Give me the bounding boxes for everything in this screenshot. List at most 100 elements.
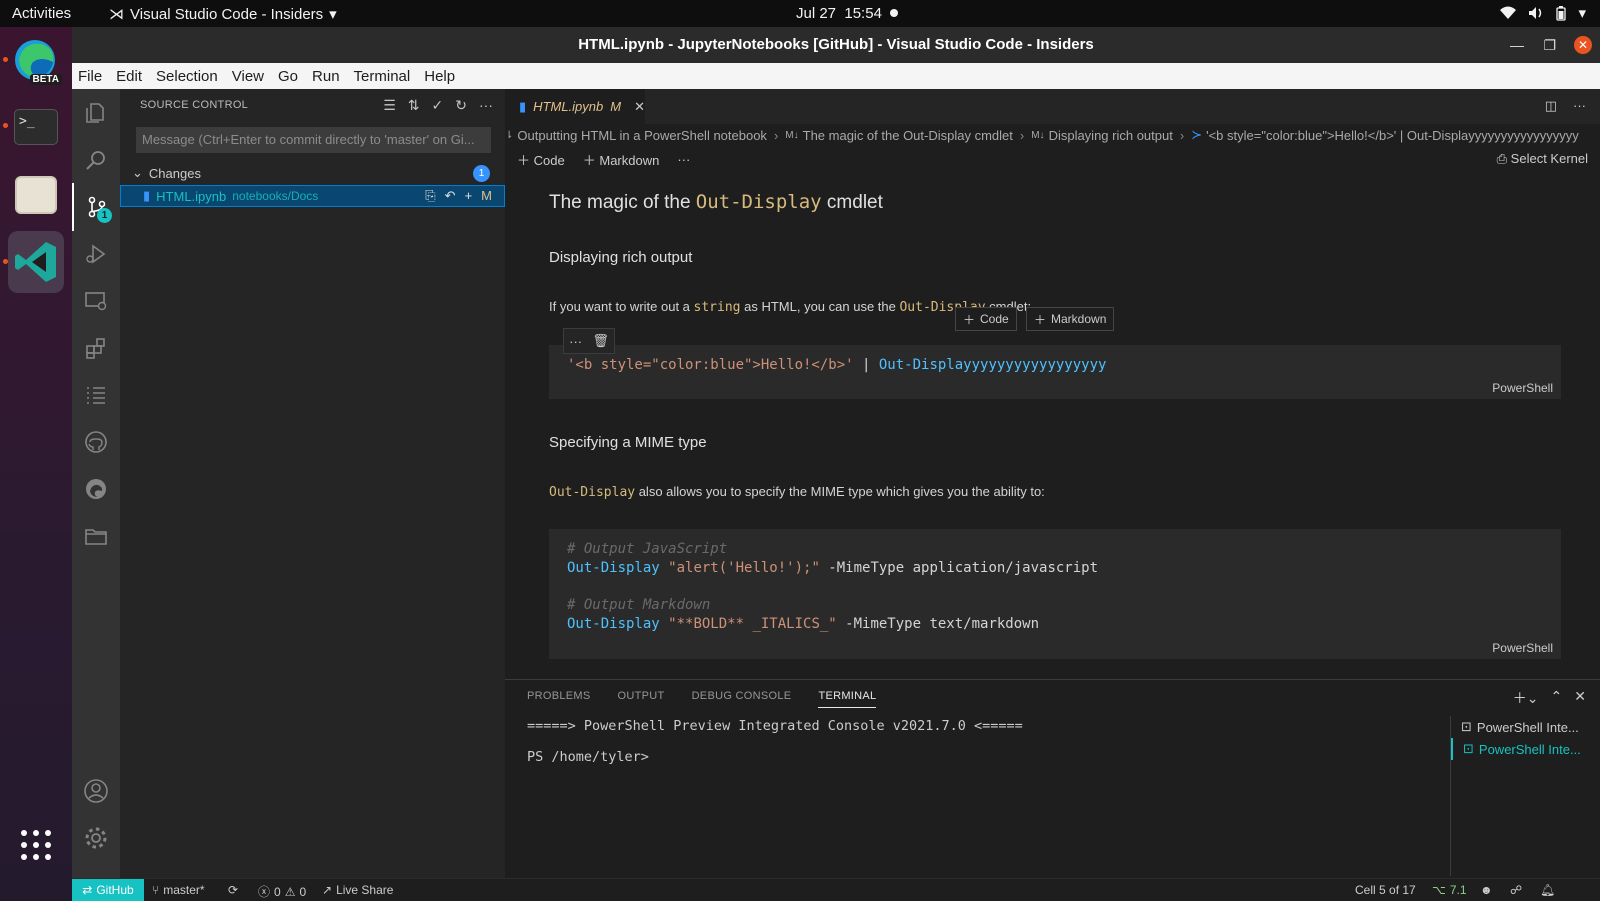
tab-terminal[interactable]: TERMINAL xyxy=(818,690,877,708)
cell-position[interactable]: Cell 5 of 17 xyxy=(1355,883,1416,897)
close-tab-icon[interactable]: ✕ xyxy=(634,99,645,115)
close-window-button[interactable]: ✕ xyxy=(1574,36,1592,54)
search-button[interactable] xyxy=(72,136,120,184)
menu-edit[interactable]: Edit xyxy=(116,68,142,85)
branch-indicator[interactable]: ⑂ master* xyxy=(152,883,205,897)
folders-button[interactable] xyxy=(72,512,120,560)
tab-problems[interactable]: PROBLEMS xyxy=(527,690,591,708)
select-kernel-button[interactable]: ⎙ Select Kernel xyxy=(1497,151,1588,167)
new-terminal-icon[interactable]: ＋⌄ xyxy=(1513,688,1539,708)
add-markdown-cell-button[interactable]: ＋ Markdown xyxy=(583,150,660,169)
more-actions-icon[interactable]: ··· xyxy=(1573,98,1586,114)
notifications-bell-icon[interactable]: 🔔︎ xyxy=(1540,883,1555,897)
delete-cell-icon[interactable]: 🗑 xyxy=(592,333,609,349)
feedback-icon[interactable]: ☍ xyxy=(1510,883,1522,897)
split-editor-icon[interactable]: ◫ xyxy=(1545,98,1557,114)
menu-file[interactable]: File xyxy=(78,68,102,85)
menu-terminal[interactable]: Terminal xyxy=(354,68,411,85)
system-tray[interactable]: ▾ xyxy=(1500,4,1586,22)
menu-run[interactable]: Run xyxy=(312,68,340,85)
menu-help[interactable]: Help xyxy=(424,68,455,85)
code-cell-1[interactable]: '<b style="color:blue">Hello!</b>' | Out… xyxy=(549,345,1561,399)
insert-markdown-cell-button[interactable]: ＋ Markdown xyxy=(1026,307,1115,331)
more-actions-icon[interactable]: ··· xyxy=(569,334,582,349)
menu-selection[interactable]: Selection xyxy=(156,68,218,85)
cell-language-label[interactable]: PowerShell xyxy=(1492,381,1553,395)
maximize-button[interactable]: ❐ xyxy=(1543,27,1556,63)
terminal-output-line: =====> PowerShell Preview Integrated Con… xyxy=(527,718,1023,734)
activities-button[interactable]: Activities xyxy=(12,5,71,22)
open-file-icon[interactable]: ⎘ xyxy=(425,188,435,204)
tab-output[interactable]: OUTPUT xyxy=(618,690,665,708)
tab-debug-console[interactable]: DEBUG CONSOLE xyxy=(692,690,792,708)
markdown-heading-1[interactable]: The magic of the Out-Display cmdlet xyxy=(549,191,883,214)
live-share-button[interactable]: ↗ Live Share xyxy=(322,883,393,897)
commit-message-input[interactable]: Message (Ctrl+Enter to commit directly t… xyxy=(136,127,491,153)
breadcrumb-item[interactable]: '<b style="color:blue">Hello!</b>' | Out… xyxy=(1206,128,1579,143)
chevron-down-icon: ▾ xyxy=(329,6,337,23)
accounts-button[interactable] xyxy=(72,767,120,815)
system-menu-chevron-icon: ▾ xyxy=(1578,5,1586,22)
sync-button[interactable]: ⟳ xyxy=(228,883,238,897)
view-as-tree-icon[interactable]: ☰ xyxy=(383,97,396,114)
window-title-bar[interactable]: HTML.ipynb - JupyterNotebooks [GitHub] -… xyxy=(72,27,1600,63)
search-icon xyxy=(86,151,105,170)
files-app-icon[interactable] xyxy=(8,167,64,223)
add-code-label: Code xyxy=(533,152,565,168)
markdown-heading-rich-output[interactable]: Displaying rich output xyxy=(549,249,692,266)
terminal-prompt[interactable]: PS /home/tyler> xyxy=(527,749,649,765)
insert-code-cell-button[interactable]: ＋ Code xyxy=(955,307,1017,331)
testing-button[interactable] xyxy=(72,371,120,419)
maximize-panel-icon[interactable]: ⌃ xyxy=(1551,688,1563,708)
refresh-icon[interactable]: ↻ xyxy=(455,97,467,114)
code-cell-2[interactable]: # Output JavaScript Out-Display "alert('… xyxy=(549,529,1561,659)
code-args: -MimeType text/markdown xyxy=(836,616,1040,632)
powershell-version[interactable]: ⌥ 7.1 xyxy=(1432,883,1467,897)
vscode-insiders-app-icon[interactable] xyxy=(8,231,64,293)
markdown-heading-icon: M↓ xyxy=(1031,129,1045,141)
github-button[interactable] xyxy=(72,418,120,466)
changes-group[interactable]: ⌄ Changes 1 xyxy=(132,162,492,184)
show-applications-button[interactable] xyxy=(8,817,64,873)
close-panel-icon[interactable]: ✕ xyxy=(1574,688,1586,708)
add-code-cell-button[interactable]: ＋ Code xyxy=(517,150,565,169)
copilot-icon[interactable]: ☻ xyxy=(1480,883,1493,897)
notebook-more-button[interactable]: ··· xyxy=(677,152,690,167)
remote-explorer-button[interactable] xyxy=(72,277,120,325)
app-menu[interactable]: ⋊ Visual Studio Code - Insiders ▾ xyxy=(109,5,337,24)
minimize-button[interactable]: — xyxy=(1510,27,1524,63)
breadcrumb-item[interactable]: Outputting HTML in a PowerShell notebook xyxy=(517,128,767,143)
edge-beta-icon[interactable]: BETA xyxy=(8,33,64,89)
run-debug-button[interactable] xyxy=(72,230,120,278)
discard-changes-icon[interactable]: ↶ xyxy=(445,188,456,204)
code-string: '<b style="color:blue">Hello!</b>' xyxy=(567,357,854,373)
stage-changes-icon[interactable]: + xyxy=(465,188,473,204)
remote-indicator[interactable]: ⇄ GitHub xyxy=(72,879,144,901)
terminal-app-icon[interactable]: >_ xyxy=(8,99,64,155)
edge-tools-button[interactable] xyxy=(72,465,120,513)
cell-language-label[interactable]: PowerShell xyxy=(1492,641,1553,655)
create-pull-request-icon[interactable]: ⇅ xyxy=(408,97,420,114)
terminal-list-item-active[interactable]: ⊡ PowerShell Inte... xyxy=(1451,738,1600,760)
markdown-paragraph-2[interactable]: Out-Display also allows you to specify t… xyxy=(549,484,1045,500)
menu-view[interactable]: View xyxy=(232,68,264,85)
commit-check-icon[interactable]: ✓ xyxy=(432,97,444,114)
breadcrumb-item[interactable]: Displaying rich output xyxy=(1049,128,1173,143)
menu-go[interactable]: Go xyxy=(278,68,298,85)
explorer-button[interactable] xyxy=(72,89,120,137)
tab-html-ipynb[interactable]: ▮ HTML.ipynb M ✕ xyxy=(505,89,645,124)
more-actions-icon[interactable]: ··· xyxy=(479,97,493,114)
source-control-button[interactable]: 1 xyxy=(72,183,120,231)
extensions-button[interactable] xyxy=(72,324,120,372)
markdown-heading-mime[interactable]: Specifying a MIME type xyxy=(549,434,707,451)
breadcrumb-item[interactable]: The magic of the Out-Display cmdlet xyxy=(803,128,1013,143)
manage-button[interactable] xyxy=(72,814,120,862)
clock[interactable]: Jul 27 15:54 xyxy=(796,5,882,22)
problems-indicator[interactable]: ⓧ 0 ⚠ 0 xyxy=(258,883,306,900)
tab-label: HTML.ipynb xyxy=(533,99,604,114)
terminal-list-item[interactable]: ⊡ PowerShell Inte... xyxy=(1451,716,1600,738)
changed-file-row[interactable]: ▮ HTML.ipynb notebooks/Docs ⎘ ↶ + M xyxy=(120,185,505,207)
error-icon: ⓧ xyxy=(258,885,271,899)
heading-inline-code: Out-Display xyxy=(695,191,822,213)
paragraph-text: If you want to write out a xyxy=(549,299,694,314)
